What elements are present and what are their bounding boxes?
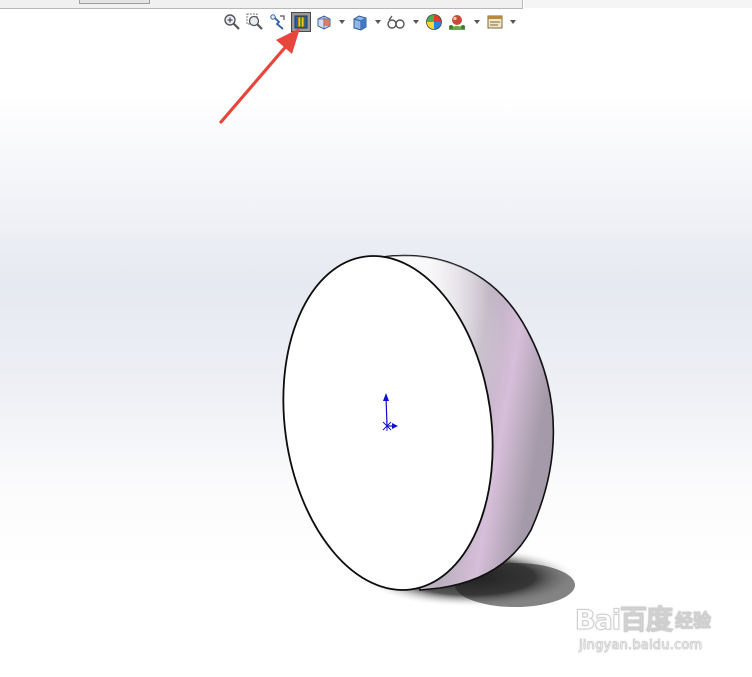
baidu-jingyan-watermark: Bai百度 经验 jingyan.baidu.com (574, 598, 745, 660)
watermark-logo: Bai百度 (574, 605, 673, 637)
graphics-area[interactable]: Bai百度 经验 jingyan.baidu.com (0, 0, 752, 677)
watermark-url: jingyan.baidu.com (579, 638, 703, 653)
hemisphere-model[interactable] (0, 0, 752, 677)
watermark-product: 经验 (675, 611, 712, 633)
